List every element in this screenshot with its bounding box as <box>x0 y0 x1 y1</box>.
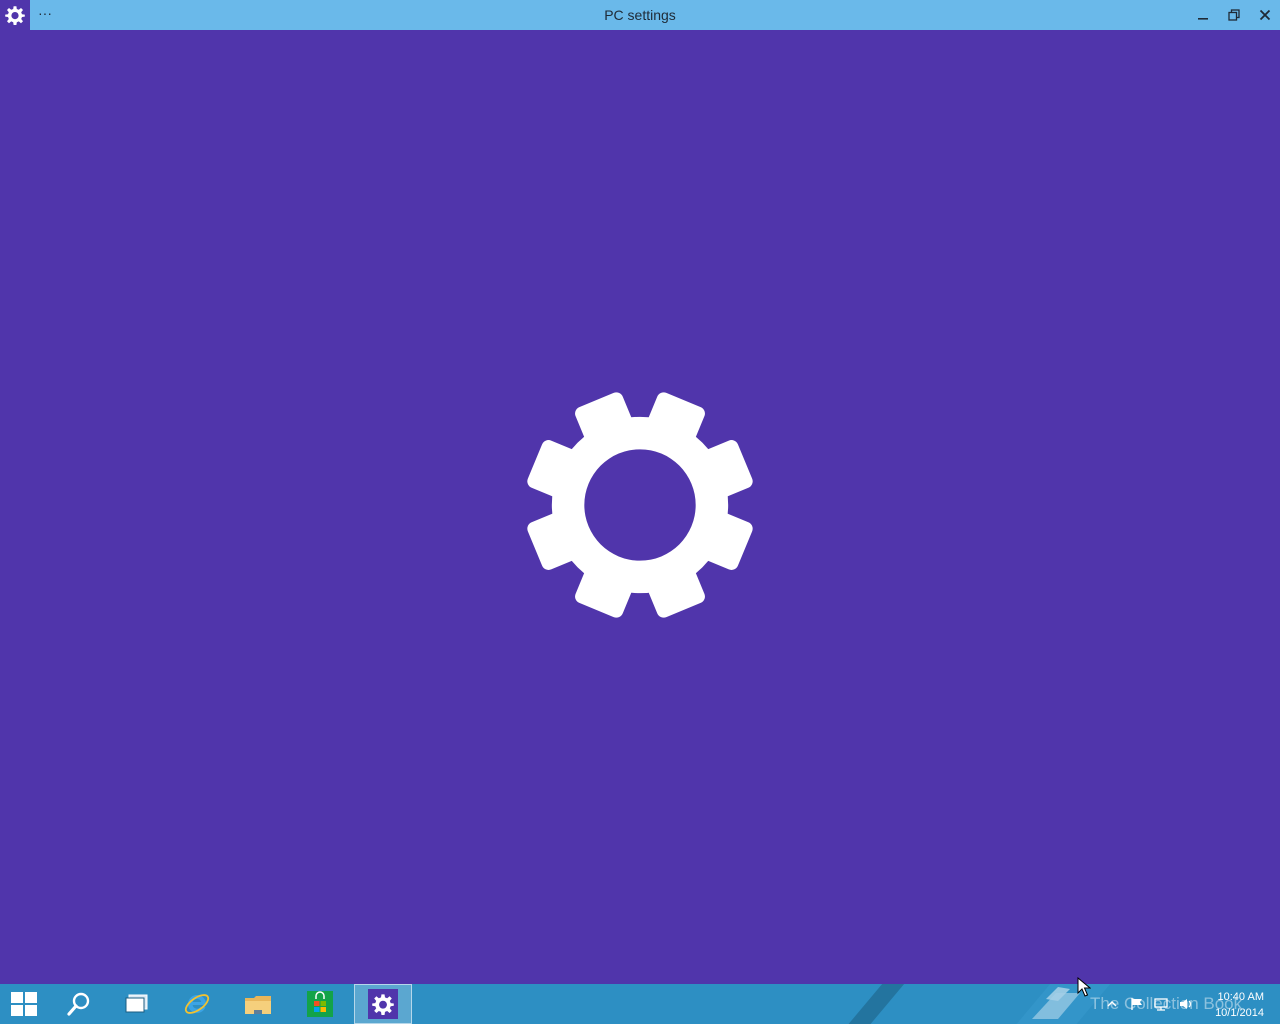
window-title: PC settings <box>604 7 676 23</box>
gear-icon <box>527 392 753 618</box>
restore-icon <box>1228 9 1240 21</box>
store-button[interactable] <box>291 984 349 1024</box>
clock-date: 10/1/2014 <box>1215 1007 1264 1019</box>
file-explorer-button[interactable] <box>229 984 287 1024</box>
folder-icon <box>245 996 271 1014</box>
task-view-icon <box>125 994 148 1013</box>
restore-button[interactable] <box>1219 0 1249 30</box>
task-view-button[interactable] <box>108 984 166 1024</box>
taskbar-clock[interactable]: 10:40 AM 10/1/2014 <box>1200 989 1264 1021</box>
start-button[interactable] <box>0 984 48 1024</box>
action-center-button[interactable] <box>1128 984 1146 1024</box>
chevron-up-icon <box>1107 1001 1117 1007</box>
windows-logo-icon <box>11 992 37 1016</box>
window-titlebar[interactable]: ··· PC settings <box>0 0 1280 30</box>
search-icon <box>67 992 90 1016</box>
show-hidden-icons-button[interactable] <box>1104 984 1120 1024</box>
volume-button[interactable] <box>1176 984 1196 1024</box>
flag-icon <box>1131 998 1142 1010</box>
mouse-cursor-icon <box>1077 977 1091 997</box>
gear-icon <box>368 989 398 1019</box>
internet-explorer-button[interactable] <box>168 984 226 1024</box>
close-button[interactable] <box>1250 0 1280 30</box>
clock-time: 10:40 AM <box>1217 991 1264 1003</box>
minimize-icon <box>1198 18 1208 20</box>
close-icon <box>1259 9 1271 21</box>
search-button[interactable] <box>50 984 108 1024</box>
minimize-button[interactable] <box>1188 0 1218 30</box>
internet-explorer-icon <box>184 994 210 1014</box>
volume-icon <box>1180 999 1191 1009</box>
taskbar-decor-stripe <box>836 984 910 1024</box>
app-splash-screen <box>0 30 1280 984</box>
desktop-screen: ··· PC settings The Collection Book 10:4… <box>0 0 1280 1024</box>
book-icon <box>1032 987 1080 1019</box>
pc-settings-taskbar-button[interactable] <box>354 984 412 1024</box>
network-icon <box>1154 998 1168 1011</box>
network-button[interactable] <box>1152 984 1170 1024</box>
store-bag-icon <box>307 991 333 1017</box>
